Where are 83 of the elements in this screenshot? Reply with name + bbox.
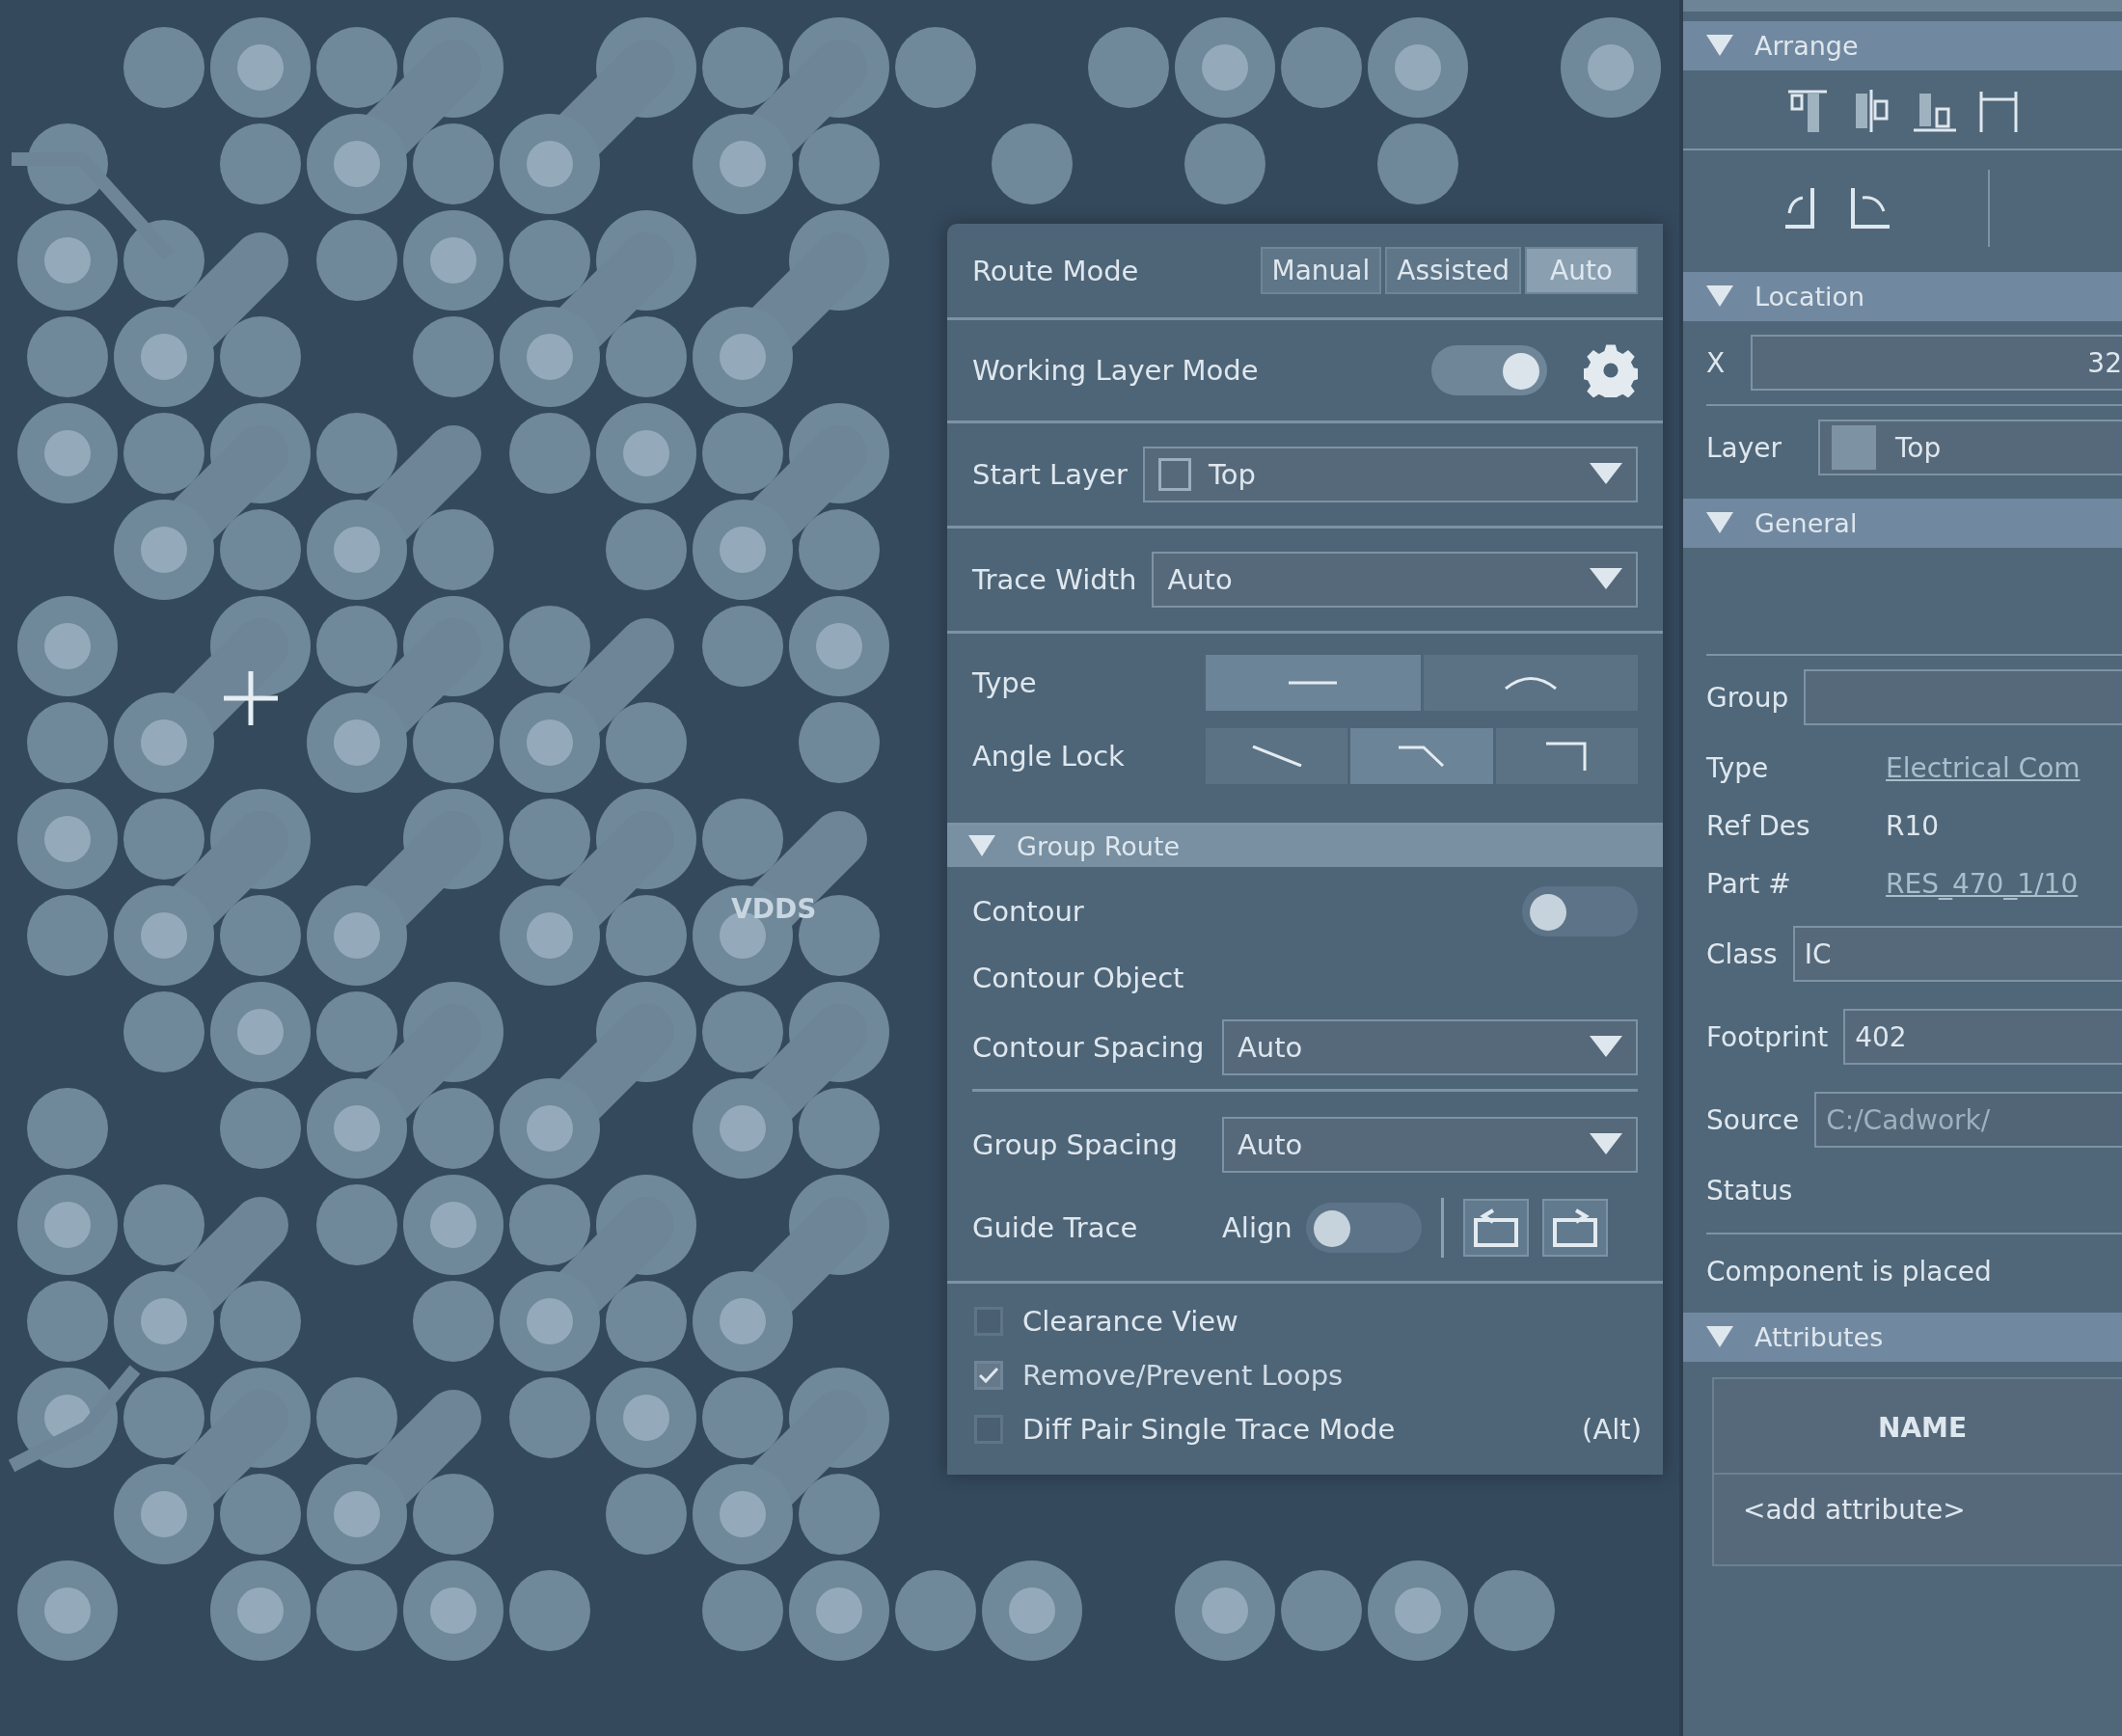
section-header[interactable]: General — [1683, 499, 2122, 548]
field-label: Angle Lock — [972, 740, 1126, 773]
layer-field[interactable]: Top — [1818, 420, 2122, 475]
line-style-button[interactable] — [1206, 728, 1348, 784]
field-label: Group — [1706, 681, 1789, 714]
field-label: Type — [1706, 751, 1770, 784]
expanded-chevron-icon[interactable] — [1706, 1325, 1733, 1349]
expanded-chevron-icon[interactable] — [1706, 511, 1733, 535]
field-label: Class — [1706, 937, 1778, 970]
field-label: Ref Des — [1706, 809, 1811, 842]
layer-color-swatch — [1157, 458, 1191, 491]
dropdown-caret-icon — [1590, 1036, 1622, 1059]
slanted-line-icon — [1251, 746, 1302, 767]
section-header[interactable]: Group Route — [947, 826, 1663, 867]
guide-trace-left-button[interactable] — [1462, 1199, 1529, 1257]
guide-trace-right-button[interactable] — [1541, 1199, 1608, 1257]
working-layer-toggle[interactable] — [1431, 345, 1547, 395]
route-mode-option[interactable]: Manual — [1260, 247, 1382, 294]
x-coordinate-field[interactable]: 32 — [1751, 335, 2122, 391]
group-spacing-dropdown[interactable]: Auto — [1222, 1117, 1638, 1173]
align-toggle[interactable] — [1305, 1203, 1422, 1253]
dropdown-caret-icon — [1590, 463, 1622, 486]
bent-line-icon — [1399, 746, 1445, 767]
line-style-button[interactable] — [1495, 728, 1638, 784]
field-label: Start Layer — [972, 458, 1128, 491]
expanded-chevron-icon[interactable] — [968, 834, 995, 858]
dropdown-caret-icon — [1590, 1133, 1622, 1156]
trace-width-dropdown[interactable]: Auto — [1152, 552, 1638, 608]
expanded-chevron-icon[interactable] — [1706, 285, 1733, 309]
field-label: Contour Object — [972, 962, 1184, 994]
checkmark-icon — [978, 1367, 999, 1384]
field-label: Footprint — [1706, 1020, 1829, 1053]
settings-icon[interactable] — [1584, 343, 1638, 397]
box-arrow-left-icon — [1471, 1207, 1520, 1249]
field-label: Trace Width — [972, 563, 1137, 596]
link[interactable]: RES_470_1/10 — [1886, 867, 2079, 900]
box-arrow-right-icon — [1550, 1207, 1599, 1249]
section-title: Location — [1755, 282, 1865, 312]
field-label: Layer — [1706, 431, 1783, 464]
field-label: Align — [1222, 1211, 1292, 1244]
field-label: Source — [1706, 1103, 1800, 1136]
text-field[interactable] — [1804, 669, 2122, 725]
field-label: Type — [972, 666, 1038, 699]
section-header[interactable]: Arrange — [1683, 21, 2122, 70]
expanded-chevron-icon[interactable] — [1706, 34, 1733, 58]
checkbox-label: Remove/Prevent Loops — [1022, 1359, 1345, 1392]
field-label: Contour Spacing — [972, 1031, 1206, 1064]
field-label: Status — [1706, 1174, 1794, 1207]
text-field[interactable]: IC — [1792, 926, 2122, 982]
layer-color-swatch — [1832, 425, 1876, 470]
field-label: Part # — [1706, 867, 1792, 900]
link[interactable]: Electrical Com — [1886, 751, 2081, 784]
section-header[interactable]: Attributes — [1683, 1313, 2122, 1362]
field-label: Group Spacing — [972, 1128, 1179, 1161]
text-field[interactable]: 402 — [1843, 1009, 2122, 1065]
field-label: Working Layer Mode — [972, 354, 1260, 387]
section-title: Attributes — [1755, 1322, 1884, 1352]
field-label: X — [1706, 346, 1727, 379]
field-label: Contour — [972, 895, 1085, 928]
field-value: R10 — [1886, 809, 1940, 842]
line-style-button[interactable] — [1350, 728, 1493, 784]
start-layer-dropdown[interactable]: Top — [1142, 447, 1638, 502]
route-mode-option[interactable]: Assisted — [1385, 247, 1521, 294]
section-header[interactable]: Location — [1683, 272, 2122, 321]
section-title: General — [1755, 508, 1858, 538]
straight-line-icon — [1289, 681, 1338, 685]
add-attribute-row[interactable]: <add attribute> — [1743, 1494, 1966, 1526]
status-text: Component is placed — [1706, 1233, 2122, 1303]
dropdown-caret-icon — [1590, 568, 1622, 591]
contour-spacing-dropdown[interactable]: Auto — [1222, 1019, 1638, 1075]
shortcut-hint: (Alt) — [1582, 1413, 1642, 1446]
column-header: NAME — [1878, 1412, 1968, 1444]
checkbox-label: Diff Pair Single Trace Mode — [1022, 1413, 1397, 1446]
pad-label: VDDS — [731, 893, 817, 925]
route-mode-option[interactable]: Auto — [1525, 247, 1638, 294]
right-angle-icon — [1546, 742, 1588, 771]
contour-toggle[interactable] — [1522, 886, 1638, 936]
field-label: Guide Trace — [972, 1211, 1139, 1244]
section-title: Arrange — [1755, 31, 1859, 61]
section-title: Group Route — [1017, 831, 1181, 861]
arc-line-icon — [1503, 676, 1558, 690]
checkbox-label: Clearance View — [1022, 1305, 1239, 1338]
field-label: Route Mode — [972, 254, 1139, 287]
